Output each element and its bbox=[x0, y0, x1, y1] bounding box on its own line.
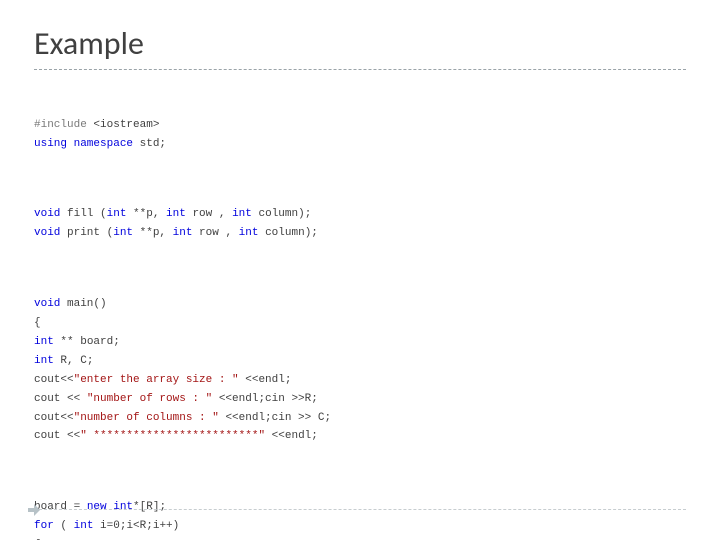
code-token: cout << bbox=[34, 393, 87, 405]
code-token: void bbox=[34, 298, 60, 310]
code-token: ** board; bbox=[54, 336, 120, 348]
footer-divider bbox=[34, 509, 686, 510]
code-token: int bbox=[107, 208, 127, 220]
code-token: row , bbox=[186, 208, 232, 220]
code-token: { bbox=[34, 317, 41, 329]
code-token: **p, bbox=[133, 227, 173, 239]
code-block-1: #include <iostream> using namespace std; bbox=[34, 116, 686, 154]
page-title: Example bbox=[34, 24, 686, 69]
code-token: column); bbox=[252, 208, 311, 220]
code-token: "enter the array size : " bbox=[74, 374, 239, 386]
code-token: <<endl;cin >>R; bbox=[212, 393, 318, 405]
code-token: int bbox=[34, 355, 54, 367]
code-token: main() bbox=[60, 298, 106, 310]
code-token: <<endl; bbox=[239, 374, 292, 386]
code-token: int bbox=[113, 501, 133, 513]
code-token: row , bbox=[192, 227, 238, 239]
code-token: using namespace bbox=[34, 138, 133, 150]
code-token: int bbox=[74, 520, 94, 532]
code-token: #include bbox=[34, 119, 87, 131]
code-block-4: board = new int*[R]; for ( int i=0;i<R;i… bbox=[34, 498, 686, 540]
code-token: cout<< bbox=[34, 412, 74, 424]
code-token: void bbox=[34, 208, 60, 220]
code-token: <<endl; bbox=[265, 430, 318, 442]
code-token: print ( bbox=[60, 227, 113, 239]
code-token: cout << bbox=[34, 430, 80, 442]
code-token: *[R]; bbox=[133, 501, 166, 513]
code-token: column); bbox=[258, 227, 317, 239]
code-token: int bbox=[239, 227, 259, 239]
arrow-right-icon bbox=[26, 503, 40, 517]
code-token: int bbox=[173, 227, 193, 239]
code-token: cout<< bbox=[34, 374, 74, 386]
slide: Example #include <iostream> using namesp… bbox=[0, 0, 720, 540]
code-block-2: void fill (int **p, int row , int column… bbox=[34, 205, 686, 243]
code-token: " *************************" bbox=[80, 430, 265, 442]
code-token: **p, bbox=[126, 208, 166, 220]
code-token: int bbox=[166, 208, 186, 220]
code-token: fill ( bbox=[60, 208, 106, 220]
code-token: std; bbox=[133, 138, 166, 150]
code-token: i=0;i<R;i++) bbox=[93, 520, 179, 532]
code-token: for bbox=[34, 520, 54, 532]
code-token: <<endl;cin >> C; bbox=[219, 412, 331, 424]
code-token: "number of rows : " bbox=[87, 393, 212, 405]
code-token: int bbox=[232, 208, 252, 220]
code-token: int bbox=[34, 336, 54, 348]
code-block: #include <iostream> using namespace std;… bbox=[34, 78, 686, 540]
code-token: void bbox=[34, 227, 60, 239]
code-token: ( bbox=[54, 520, 74, 532]
code-token: int bbox=[113, 227, 133, 239]
code-token: board = bbox=[34, 501, 87, 513]
code-token: new bbox=[87, 501, 107, 513]
code-token: <iostream> bbox=[87, 119, 160, 131]
title-divider bbox=[34, 69, 686, 70]
code-token: "number of columns : " bbox=[74, 412, 219, 424]
code-token: R, C; bbox=[54, 355, 94, 367]
code-block-3: void main() { int ** board; int R, C; co… bbox=[34, 295, 686, 446]
